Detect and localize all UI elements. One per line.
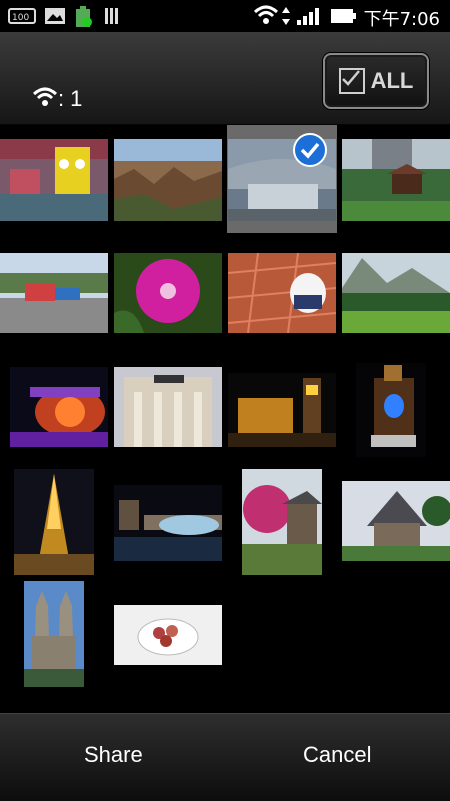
checkbox-icon (338, 68, 365, 94)
battery-100-icon: 100 (8, 6, 38, 30)
photo-thumbnail[interactable] (342, 139, 450, 221)
photo-thumbnail[interactable] (24, 581, 84, 687)
share-button[interactable]: Share (84, 742, 143, 768)
photo-thumbnail[interactable] (0, 253, 108, 333)
photo-thumbnail[interactable] (114, 605, 222, 665)
photo-thumbnail[interactable] (10, 367, 108, 447)
battery-icon (330, 6, 358, 30)
photo-thumbnail[interactable] (114, 367, 222, 447)
photo-thumbnail[interactable] (342, 253, 450, 333)
cancel-button[interactable]: Cancel (303, 742, 371, 768)
photo-thumbnail[interactable] (114, 253, 222, 333)
selection-header: : 1 ALL (0, 32, 450, 126)
photo-thumbnail[interactable] (356, 363, 426, 457)
status-bar: 100 下午7:06 (0, 0, 450, 32)
bottom-action-bar: Share Cancel (0, 713, 450, 801)
photo-thumbnail[interactable] (228, 253, 336, 333)
photo-thumbnail[interactable] (0, 139, 108, 221)
svg-text:100: 100 (12, 13, 29, 23)
photo-thumbnail[interactable] (228, 373, 336, 447)
photo-grid (0, 125, 450, 713)
image-icon (44, 6, 66, 30)
photo-thumbnail[interactable] (114, 485, 222, 561)
data-arrows-icon (281, 6, 291, 30)
cell-signal-icon (296, 6, 320, 30)
photo-thumbnail[interactable] (342, 481, 450, 561)
signal-bars-icon (104, 6, 122, 30)
select-all-button[interactable]: ALL (323, 53, 429, 109)
wifi-icon (253, 4, 279, 30)
photo-thumbnail[interactable] (114, 139, 222, 221)
photo-thumbnail[interactable] (14, 469, 94, 575)
selected-count-value: 1 (70, 86, 83, 111)
photo-thumbnail[interactable] (242, 469, 322, 575)
selected-count: : 1 (32, 84, 82, 114)
select-all-label: ALL (370, 68, 414, 93)
battery-charging-icon (74, 6, 94, 32)
wifi-share-icon (32, 84, 58, 114)
clock-time: 下午7:06 (363, 9, 440, 30)
selected-check-icon (293, 133, 327, 167)
